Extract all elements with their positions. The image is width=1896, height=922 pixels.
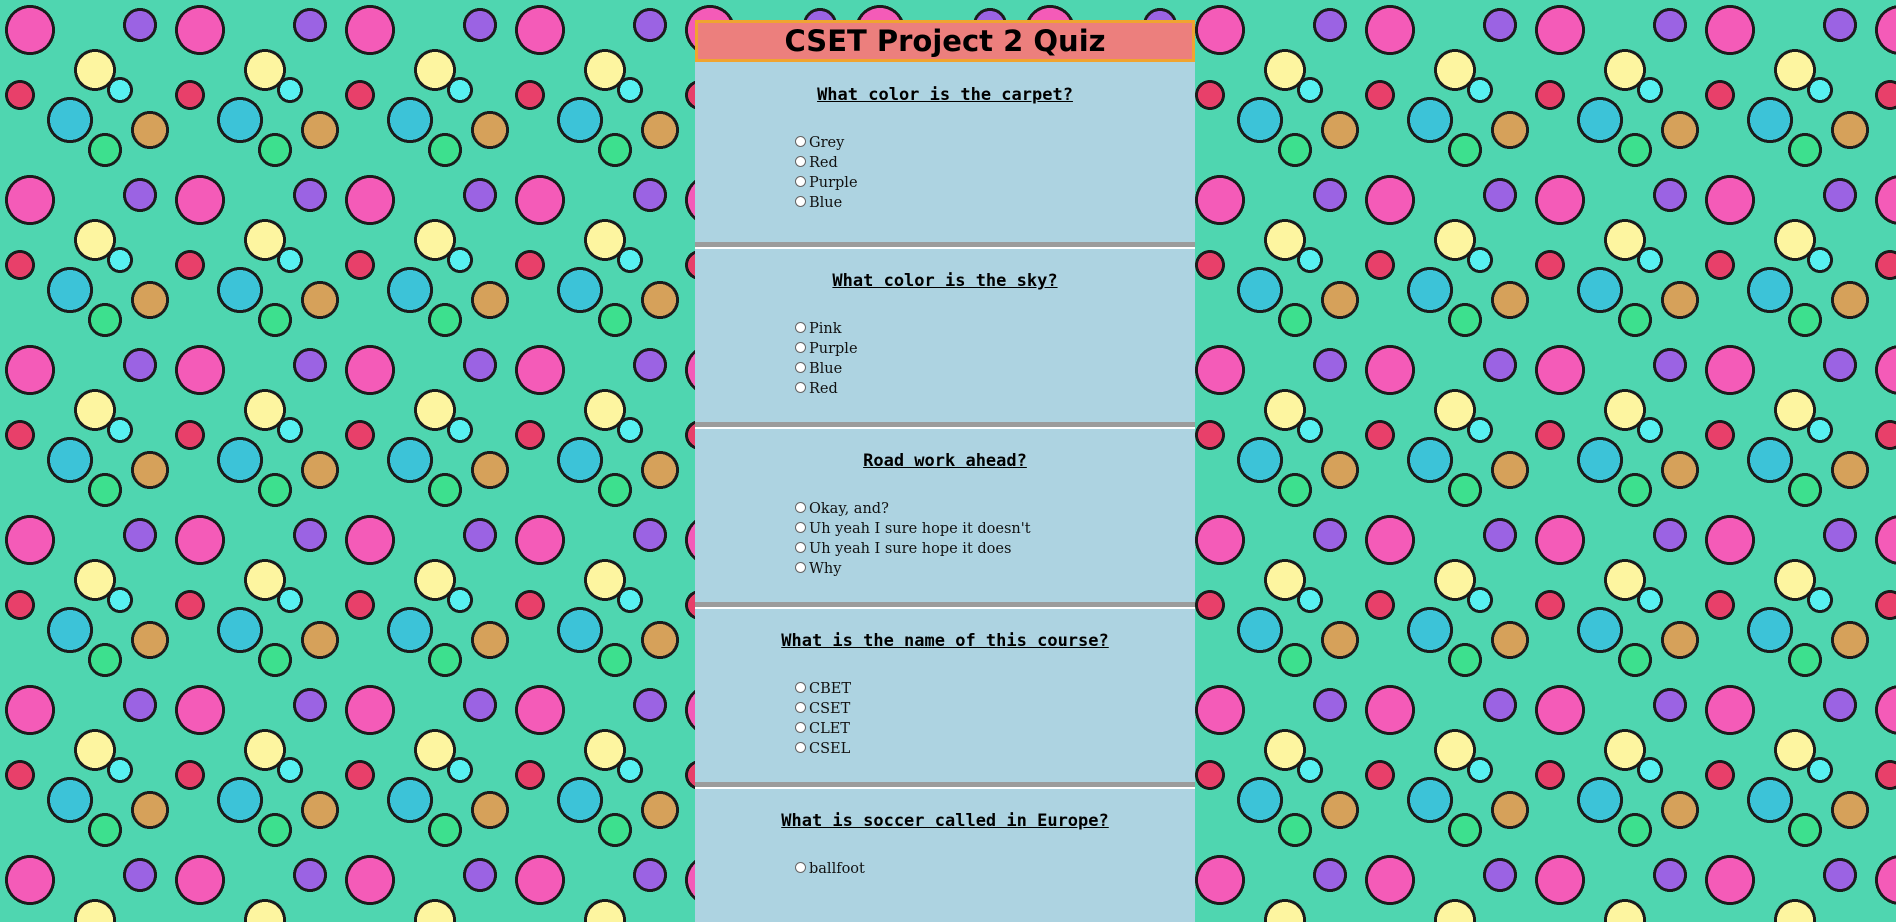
radio-button[interactable] [795, 136, 806, 147]
radio-button[interactable] [795, 156, 806, 167]
answer-label: Uh yeah I sure hope it does [809, 541, 1012, 557]
answer-options: CBET CSET CLET CSEL [795, 679, 851, 759]
question-course-name: What is the name of this course? CBET CS… [695, 607, 1195, 787]
radio-button[interactable] [795, 562, 806, 573]
answer-options: Okay, and? Uh yeah I sure hope it doesn'… [795, 499, 1031, 579]
answer-option-hope-doesnt[interactable]: Uh yeah I sure hope it doesn't [795, 519, 1031, 539]
quiz-title-bar: CSET Project 2 Quiz [695, 20, 1195, 62]
answer-label: Purple [809, 175, 858, 191]
answer-option-okay-and[interactable]: Okay, and? [795, 499, 1031, 519]
radio-button[interactable] [795, 382, 806, 393]
radio-button[interactable] [795, 196, 806, 207]
question-text: What color is the sky? [832, 271, 1058, 291]
radio-button[interactable] [795, 682, 806, 693]
answer-label: CBET [809, 681, 852, 697]
answer-label: Purple [809, 341, 858, 357]
question-carpet: What color is the carpet? Grey Red Purpl… [695, 62, 1195, 247]
answer-option-cbet[interactable]: CBET [795, 679, 851, 699]
radio-button[interactable] [795, 862, 806, 873]
answer-options: Grey Red Purple Blue [795, 133, 858, 213]
answer-option-cset[interactable]: CSET [795, 699, 851, 719]
page-background: { "quiz": { "title": "CSET Project 2 Qui… [0, 0, 1896, 922]
answer-option-hope-does[interactable]: Uh yeah I sure hope it does [795, 539, 1031, 559]
question-text: What color is the carpet? [817, 85, 1073, 105]
answer-option-purple[interactable]: Purple [795, 339, 858, 359]
answer-option-blue[interactable]: Blue [795, 193, 858, 213]
answer-label: CSET [809, 701, 851, 717]
question-sky: What color is the sky? Pink Purple Blue … [695, 247, 1195, 427]
answer-label: Blue [809, 195, 843, 211]
answer-option-csel[interactable]: CSEL [795, 739, 851, 759]
answer-option-red[interactable]: Red [795, 379, 858, 399]
answer-label: Why [809, 561, 842, 577]
answer-option-grey[interactable]: Grey [795, 133, 858, 153]
answer-option-clet[interactable]: CLET [795, 719, 851, 739]
answer-option-red[interactable]: Red [795, 153, 858, 173]
question-soccer: What is soccer called in Europe? ballfoo… [695, 787, 1195, 922]
quiz-title: CSET Project 2 Quiz [784, 23, 1106, 58]
answer-options: ballfoot [795, 859, 865, 879]
question-road-work: Road work ahead? Okay, and? Uh yeah I su… [695, 427, 1195, 607]
answer-label: Grey [809, 135, 845, 151]
answer-label: Red [809, 155, 838, 171]
radio-button[interactable] [795, 342, 806, 353]
answer-options: Pink Purple Blue Red [795, 319, 858, 399]
radio-button[interactable] [795, 702, 806, 713]
radio-button[interactable] [795, 502, 806, 513]
answer-label: CLET [809, 721, 850, 737]
question-text: Road work ahead? [863, 451, 1027, 471]
radio-button[interactable] [795, 322, 806, 333]
answer-label: Okay, and? [809, 501, 889, 517]
answer-label: Red [809, 381, 838, 397]
question-text: What is the name of this course? [781, 631, 1109, 651]
question-text: What is soccer called in Europe? [781, 811, 1109, 831]
answer-label: CSEL [809, 741, 851, 757]
answer-option-ballfoot[interactable]: ballfoot [795, 859, 865, 879]
answer-option-pink[interactable]: Pink [795, 319, 858, 339]
answer-label: Blue [809, 361, 843, 377]
answer-option-why[interactable]: Why [795, 559, 1031, 579]
radio-button[interactable] [795, 522, 806, 533]
radio-button[interactable] [795, 722, 806, 733]
radio-button[interactable] [795, 542, 806, 553]
radio-button[interactable] [795, 362, 806, 373]
quiz-container: CSET Project 2 Quiz What color is the ca… [695, 20, 1195, 922]
answer-label: Uh yeah I sure hope it doesn't [809, 521, 1031, 537]
answer-option-blue[interactable]: Blue [795, 359, 858, 379]
answer-label: Pink [809, 321, 842, 337]
radio-button[interactable] [795, 742, 806, 753]
answer-label: ballfoot [809, 861, 865, 877]
answer-option-purple[interactable]: Purple [795, 173, 858, 193]
radio-button[interactable] [795, 176, 806, 187]
